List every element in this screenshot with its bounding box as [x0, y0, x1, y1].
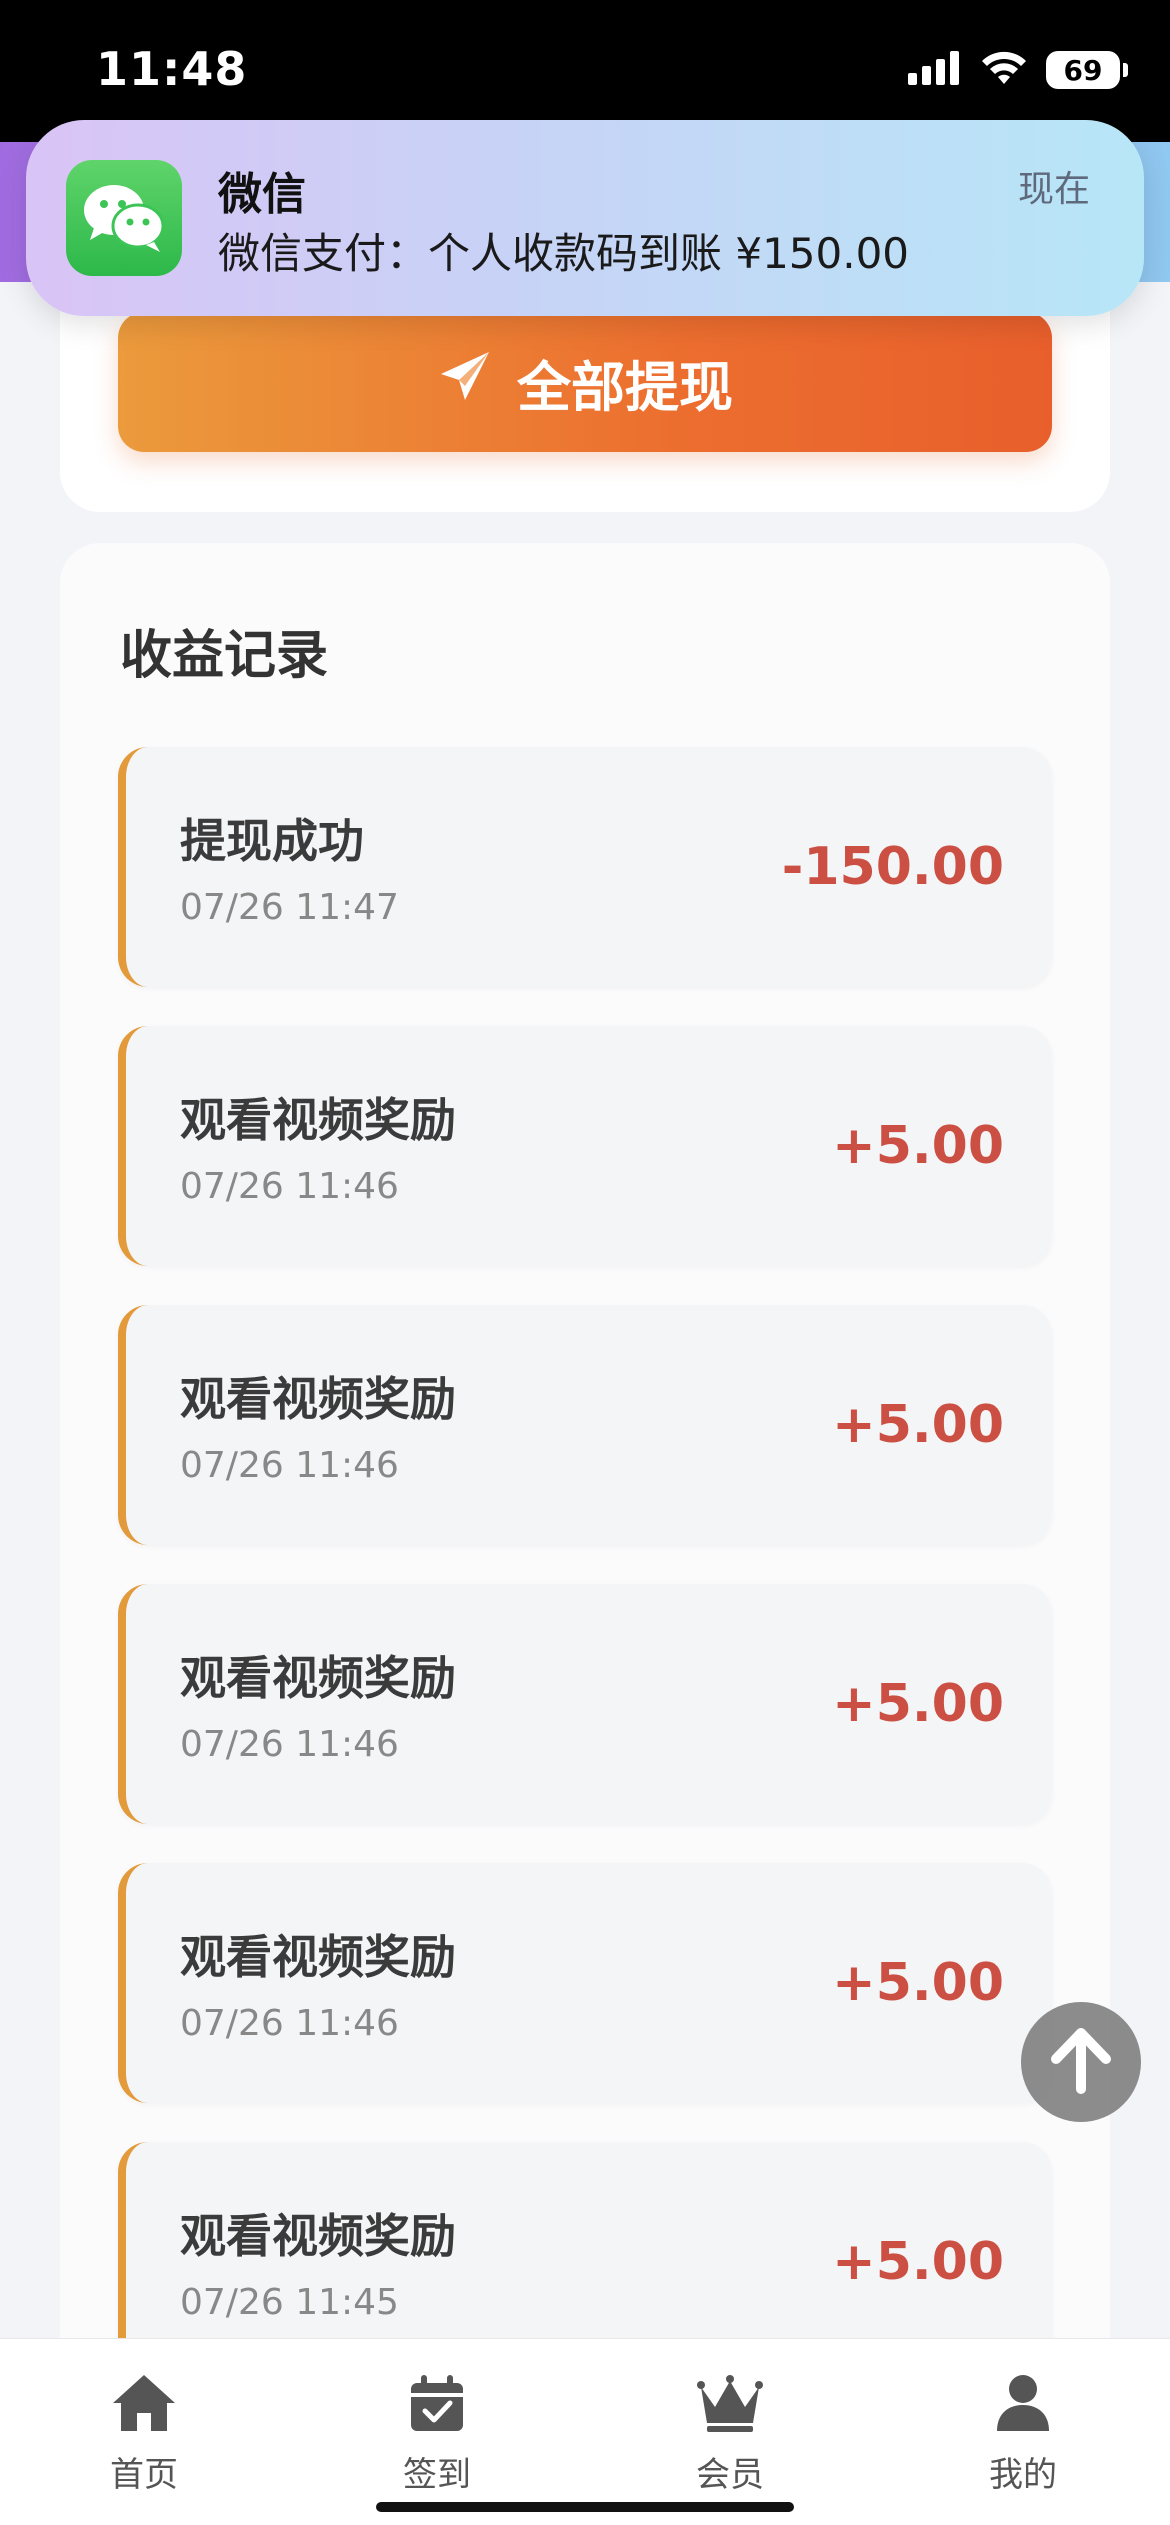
record-title: 观看视频奖励: [180, 1093, 456, 1147]
wechat-icon: [66, 160, 182, 276]
arrow-up-icon: [1046, 2025, 1116, 2099]
record-amount: +5.00: [832, 2232, 1004, 2292]
battery-icon: 69: [1046, 51, 1128, 89]
home-icon: [111, 2373, 177, 2437]
record-title: 观看视频奖励: [180, 1930, 456, 1984]
wifi-icon: [980, 50, 1028, 90]
record-time: 07/26 11:46: [180, 1166, 399, 1207]
record-title: 观看视频奖励: [180, 1372, 456, 1426]
crown-icon: [697, 2373, 763, 2437]
tab-membership[interactable]: 会员: [650, 2373, 810, 2496]
tab-checkin[interactable]: 签到: [357, 2373, 517, 2496]
record-item[interactable]: 观看视频奖励 07/26 11:46 +5.00: [118, 1026, 1052, 1266]
record-item[interactable]: 提现成功 07/26 11:47 -150.00: [118, 747, 1052, 987]
record-time: 07/26 11:46: [180, 1724, 399, 1765]
withdraw-all-button[interactable]: 全部提现: [118, 312, 1052, 452]
record-item[interactable]: 观看视频奖励 07/26 11:46 +5.00: [118, 1584, 1052, 1824]
withdraw-card: 全部提现: [60, 282, 1110, 512]
tab-label: 会员: [696, 2455, 764, 2495]
record-title: 观看视频奖励: [180, 1651, 456, 1705]
earnings-records-card: 收益记录 提现成功 07/26 11:47 -150.00 观看视频奖励 07/…: [60, 543, 1110, 2382]
scroll-to-top-button[interactable]: [1021, 2002, 1141, 2122]
calendar-check-icon: [407, 2373, 467, 2437]
record-title: 观看视频奖励: [180, 2209, 456, 2263]
bottom-tab-bar: 首页 签到 会员 我的: [0, 2338, 1170, 2525]
record-time: 07/26 11:45: [180, 2282, 399, 2323]
tab-label: 签到: [403, 2455, 471, 2495]
tab-label: 首页: [110, 2455, 178, 2495]
record-item[interactable]: 观看视频奖励 07/26 11:46 +5.00: [118, 1863, 1052, 2103]
record-amount: +5.00: [832, 1395, 1004, 1455]
status-time: 11:48: [96, 42, 248, 96]
cellular-signal-icon: [908, 51, 962, 89]
notification-message: 微信支付：个人收款码到账 ¥150.00: [218, 229, 910, 278]
tab-label: 我的: [989, 2455, 1057, 2495]
record-time: 07/26 11:46: [180, 2003, 399, 2044]
records-title: 收益记录: [120, 626, 329, 686]
wechat-notification-banner[interactable]: 微信 微信支付：个人收款码到账 ¥150.00 现在: [26, 120, 1144, 316]
tab-profile[interactable]: 我的: [943, 2373, 1103, 2496]
record-title: 提现成功: [180, 814, 364, 868]
record-time: 07/26 11:47: [180, 887, 399, 928]
notification-time: 现在: [1017, 169, 1090, 210]
record-amount: -150.00: [781, 837, 1004, 897]
record-time: 07/26 11:46: [180, 1445, 399, 1486]
tab-home[interactable]: 首页: [64, 2373, 224, 2496]
paper-plane-icon: [437, 348, 493, 417]
user-icon: [993, 2373, 1053, 2437]
record-item[interactable]: 观看视频奖励 07/26 11:46 +5.00: [118, 1305, 1052, 1545]
record-amount: +5.00: [832, 1674, 1004, 1734]
record-amount: +5.00: [832, 1953, 1004, 2013]
notification-app-name: 微信: [218, 169, 306, 220]
withdraw-all-label: 全部提现: [517, 355, 733, 419]
status-icons: 69: [908, 50, 1128, 90]
record-amount: +5.00: [832, 1116, 1004, 1176]
home-indicator: [376, 2502, 794, 2512]
